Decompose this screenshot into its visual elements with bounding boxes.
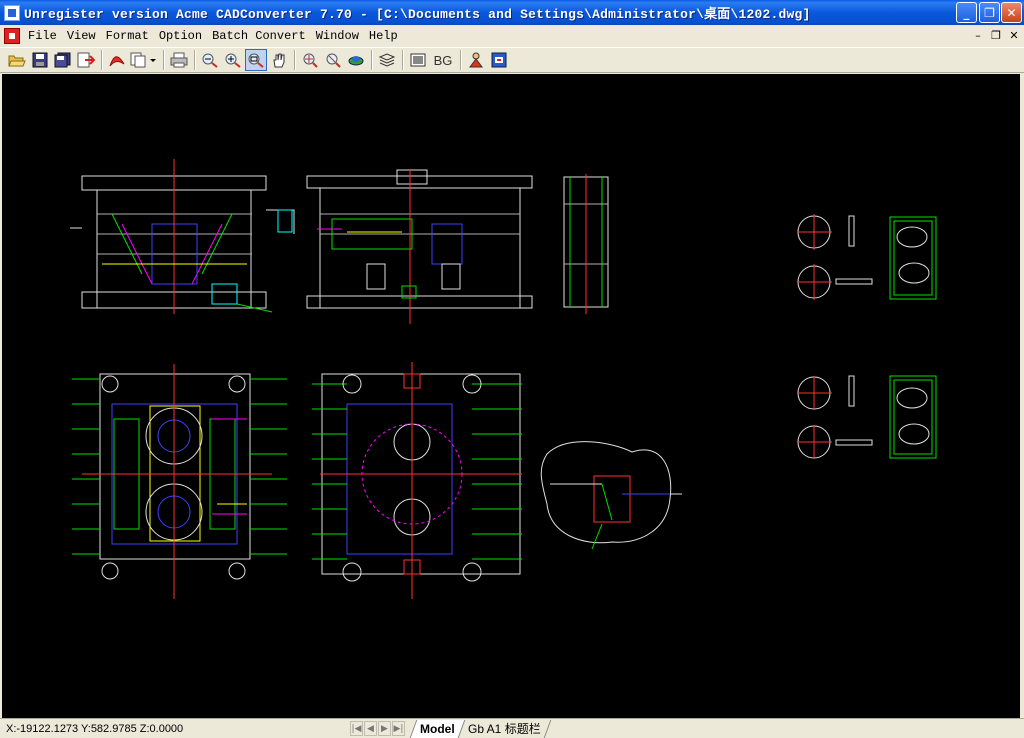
about-icon[interactable] [488,49,510,71]
part-detail-bottom [797,375,937,459]
menu-format[interactable]: Format [102,27,153,45]
zoom-in-icon[interactable] [222,49,244,71]
toolbar-separator [460,50,462,70]
app-icon[interactable] [4,4,20,21]
toolbar-separator [194,50,196,70]
help-person-icon[interactable] [465,49,487,71]
side-view [563,174,609,314]
canvas-border [1020,74,1024,718]
copy-icon[interactable] [129,49,159,71]
toolbar-separator [294,50,296,70]
toolbar-separator [163,50,165,70]
tab-model-label: Model [420,721,455,736]
part-detail-top [797,214,937,300]
background-color-button[interactable]: BG [430,49,456,71]
title-bar[interactable]: Unregister version Acme CADConverter 7.7… [0,0,1024,25]
toolbar-separator [371,50,373,70]
zoom-window-icon[interactable] [245,49,267,71]
detail-callout [540,441,682,550]
menu-help[interactable]: Help [365,27,402,45]
menu-file[interactable]: File [24,27,61,45]
properties-icon[interactable] [407,49,429,71]
mdi-close-button[interactable]: ✕ [1006,29,1022,43]
tab-gb-a1[interactable]: Gb A1 标题栏 [457,719,551,738]
tab-model[interactable]: Model [409,719,465,738]
save-icon[interactable] [29,49,51,71]
app-window: Unregister version Acme CADConverter 7.7… [0,0,1024,738]
toolbar: BG [0,47,1024,73]
plan-view-center [312,362,522,599]
zoom-extents-icon[interactable] [322,49,344,71]
elevation-view-center [306,169,533,324]
save-all-icon[interactable] [52,49,74,71]
menu-batch-convert[interactable]: Batch Convert [208,27,310,45]
open-icon[interactable] [6,49,28,71]
close-button[interactable]: ✕ [1001,2,1022,23]
document-icon[interactable] [4,28,20,44]
mdi-minimize-button[interactable]: – [970,29,986,43]
first-layout-button[interactable]: |◀ [350,721,363,736]
menu-window[interactable]: Window [312,27,363,45]
plan-view-left [72,364,287,599]
menu-view[interactable]: View [63,27,100,45]
toolbar-separator [402,50,404,70]
menu-option[interactable]: Option [155,27,206,45]
pan-icon[interactable] [268,49,290,71]
next-layout-button[interactable]: ▶ [378,721,391,736]
window-title: Unregister version Acme CADConverter 7.7… [24,7,811,22]
convert-pdf-icon[interactable] [106,49,128,71]
elevation-view-left [70,159,295,314]
maximize-button[interactable]: ❐ [979,2,1000,23]
drawing-canvas[interactable] [2,74,1020,718]
export-icon[interactable] [75,49,97,71]
toolbar-separator [101,50,103,70]
prev-layout-button[interactable]: ◀ [364,721,377,736]
minimize-button[interactable]: _ [956,2,977,23]
bg-label: BG [433,52,453,68]
zoom-out-icon[interactable] [199,49,221,71]
menu-bar: File View Format Option Batch Convert Wi… [0,25,1024,47]
tab-gb-a1-label: Gb A1 标题栏 [467,721,541,736]
print-icon[interactable] [168,49,190,71]
zoom-all-icon[interactable] [299,49,321,71]
cad-drawing [70,159,937,599]
cursor-coordinates: X:-19122.1273 Y:582.9785 Z:0.0000 [6,722,184,735]
layer-icon[interactable] [345,49,367,71]
mdi-restore-button[interactable]: ❐ [988,29,1004,43]
layers-list-icon[interactable] [376,49,398,71]
status-bar: X:-19122.1273 Y:582.9785 Z:0.0000 |◀ ◀ ▶… [0,718,1024,738]
last-layout-button[interactable]: ▶| [392,721,405,736]
